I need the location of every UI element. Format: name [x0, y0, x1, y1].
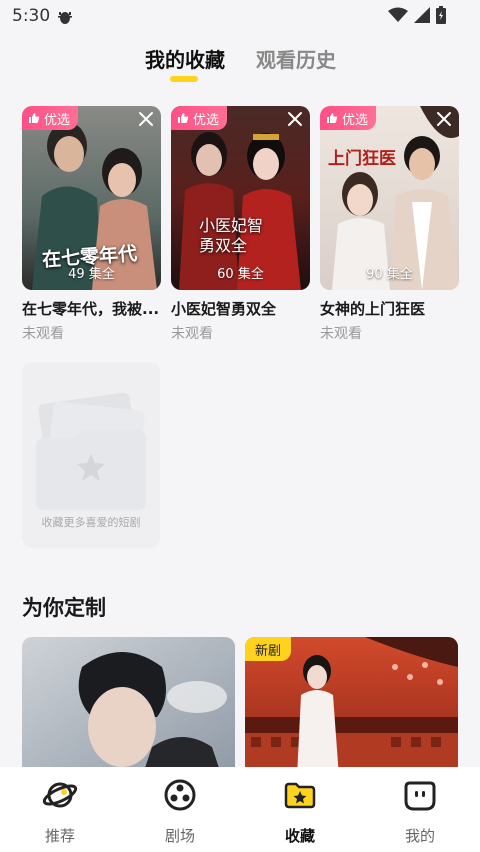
tab-favorites[interactable]: 我的收藏: [145, 44, 225, 73]
poster[interactable]: 优选 上门狂医 90 集全: [320, 106, 459, 290]
system-icons: [388, 6, 446, 24]
thumbs-up-icon: [29, 113, 40, 123]
nav-favorites[interactable]: 收藏: [260, 777, 340, 846]
status-time: 5:30: [12, 6, 51, 26]
nav-label: 剧场: [164, 827, 195, 845]
thumbs-up-icon: [327, 113, 338, 123]
top-tabs: 我的收藏 观看历史: [0, 44, 480, 88]
nav-recommend[interactable]: 推荐: [20, 777, 100, 846]
empty-favorite-slot[interactable]: 收藏更多喜爱的短剧: [22, 362, 160, 548]
episode-count: 60 集全: [217, 267, 264, 282]
bottom-navigation: 推荐 剧场 收藏 我的: [0, 767, 480, 852]
status-bar: 5:30: [0, 0, 480, 34]
favorite-card[interactable]: 优选 在七零年代 49 集全 在七零年代，我被... 未观看: [22, 106, 161, 343]
remove-icon[interactable]: [137, 110, 155, 128]
empty-slot-text: 收藏更多喜爱的短剧: [41, 516, 141, 529]
card-title[interactable]: 在七零年代，我被...: [22, 298, 161, 319]
favorite-card[interactable]: 优选 小医妃智勇双全 60 集全 小医妃智勇双全 未观看: [171, 106, 310, 343]
new-release-badge: 新剧: [245, 637, 292, 661]
recommend-card[interactable]: 新剧: [245, 637, 458, 777]
remove-icon[interactable]: [435, 110, 453, 128]
episode-count: 49 集全: [68, 267, 115, 282]
nav-profile[interactable]: 我的: [380, 777, 460, 846]
tab-history[interactable]: 观看历史: [256, 44, 336, 73]
wifi-icon: [388, 7, 408, 22]
recommend-card[interactable]: [22, 637, 235, 777]
watch-status: 未观看: [171, 326, 213, 342]
card-title[interactable]: 女神的上门狂医: [320, 298, 459, 319]
signal-icon: [414, 7, 430, 23]
card-title[interactable]: 小医妃智勇双全: [171, 298, 310, 319]
thumbs-up-icon: [178, 113, 189, 123]
battery-icon: [436, 6, 446, 24]
featured-badge-label: 优选: [44, 112, 71, 128]
poster[interactable]: 优选 在七零年代 49 集全: [22, 106, 161, 290]
poster[interactable]: 优选 小医妃智勇双全 60 集全: [171, 106, 310, 290]
recommend-poster-image: [22, 637, 235, 777]
empty-folder-icon: [36, 392, 146, 510]
featured-badge: 优选: [320, 106, 377, 130]
nav-label: 推荐: [44, 827, 75, 845]
active-tab-indicator: [170, 76, 198, 82]
planet-icon: [42, 782, 78, 808]
episode-count: 90 集全: [366, 267, 413, 282]
nav-theater[interactable]: 剧场: [140, 777, 220, 846]
favorite-card[interactable]: 优选 上门狂医 90 集全 女神的上门狂医 未观看: [320, 106, 459, 343]
watch-status: 未观看: [320, 326, 362, 342]
featured-badge: 优选: [22, 106, 79, 130]
remove-icon[interactable]: [286, 110, 304, 128]
watch-status: 未观看: [22, 326, 64, 342]
poster-title-art: 上门狂医: [328, 149, 396, 169]
nav-label: 我的: [404, 827, 435, 845]
featured-badge-label: 优选: [342, 112, 369, 128]
poster-title-art: 小医妃智勇双全: [199, 216, 264, 255]
featured-badge-label: 优选: [193, 112, 220, 128]
featured-badge: 优选: [171, 106, 228, 130]
folder-star-icon: [284, 782, 316, 809]
debug-icon: [58, 12, 72, 24]
section-title: 为你定制: [22, 596, 106, 620]
film-reel-icon: [164, 779, 196, 811]
nav-label: 收藏: [284, 827, 315, 845]
face-icon: [404, 781, 436, 811]
